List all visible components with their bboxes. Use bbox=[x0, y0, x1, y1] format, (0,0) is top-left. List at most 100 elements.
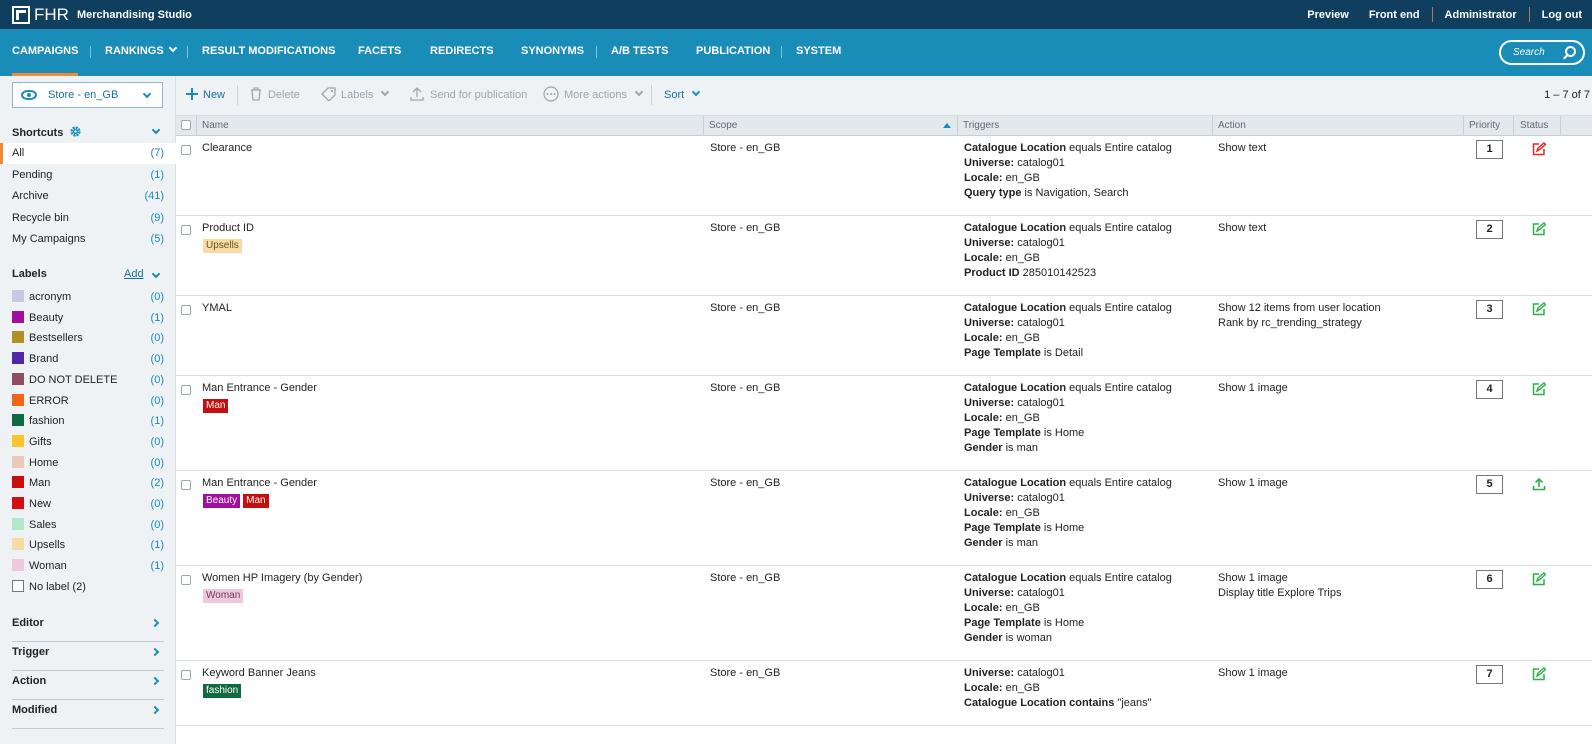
label-item-fashion[interactable]: fashion (1) bbox=[0, 411, 176, 432]
label-item-woman[interactable]: Woman (1) bbox=[0, 556, 176, 577]
row-checkbox[interactable] bbox=[181, 575, 191, 585]
edit-status-icon[interactable] bbox=[1532, 382, 1546, 396]
administrator-link[interactable]: Administrator bbox=[1435, 9, 1527, 21]
label-item-gifts[interactable]: Gifts (0) bbox=[0, 432, 176, 453]
priority-input[interactable]: 3 bbox=[1476, 300, 1503, 319]
campaign-name[interactable]: Product ID bbox=[202, 221, 254, 236]
sort-button[interactable]: Sort bbox=[664, 76, 701, 116]
store-select[interactable]: Store - en_GB bbox=[12, 82, 163, 108]
campaign-name[interactable]: Man Entrance - Gender bbox=[202, 381, 317, 396]
campaign-name[interactable]: Clearance bbox=[202, 141, 252, 156]
column-name[interactable]: Name bbox=[202, 116, 229, 136]
label-count: (0) bbox=[150, 353, 164, 366]
logout-link[interactable]: Log out bbox=[1532, 9, 1592, 21]
column-action[interactable]: Action bbox=[1218, 116, 1246, 136]
search-icon[interactable] bbox=[1565, 46, 1576, 57]
row-checkbox[interactable] bbox=[181, 225, 191, 235]
shortcut-my-campaigns[interactable]: My Campaigns (5) bbox=[0, 229, 176, 250]
priority-input[interactable]: 4 bbox=[1476, 380, 1503, 399]
campaign-name[interactable]: Women HP Imagery (by Gender) bbox=[202, 571, 362, 586]
edit-status-icon[interactable] bbox=[1532, 222, 1546, 236]
row-checkbox[interactable] bbox=[181, 305, 191, 315]
preview-link[interactable]: Preview bbox=[1297, 9, 1359, 21]
accordion-editor[interactable]: Editor bbox=[12, 613, 164, 642]
priority-input[interactable]: 7 bbox=[1476, 665, 1503, 684]
label-item-beauty[interactable]: Beauty (1) bbox=[0, 308, 176, 329]
table-row[interactable]: Man Entrance - Gender Beauty Man Store - en… bbox=[176, 471, 1592, 566]
nav-campaigns[interactable]: CAMPAIGNS bbox=[12, 29, 79, 76]
campaign-name[interactable]: YMAL bbox=[202, 301, 232, 316]
priority-input[interactable]: 2 bbox=[1476, 220, 1503, 239]
shortcut-pending[interactable]: Pending (1) bbox=[0, 165, 176, 186]
send-for-publication-button[interactable]: Send for publication bbox=[410, 76, 527, 116]
nav-redirects[interactable]: REDIRECTS bbox=[430, 29, 494, 76]
labels-button[interactable]: Labels bbox=[321, 76, 390, 116]
chevron-down-icon[interactable] bbox=[151, 269, 161, 279]
gear-icon[interactable] bbox=[69, 125, 82, 138]
column-status[interactable]: Status bbox=[1520, 116, 1548, 136]
edit-status-error-icon[interactable] bbox=[1532, 142, 1546, 156]
label-no-label[interactable]: No label (2) bbox=[0, 577, 176, 598]
nav-ab-tests[interactable]: A/B TESTS bbox=[611, 29, 668, 76]
nav-rankings[interactable]: RANKINGS bbox=[105, 29, 177, 76]
shortcut-archive[interactable]: Archive (41) bbox=[0, 186, 176, 207]
accordion-modified[interactable]: Modified bbox=[12, 700, 164, 729]
new-button[interactable]: New bbox=[185, 76, 225, 116]
campaign-scope: Store - en_GB bbox=[710, 142, 781, 154]
priority-input[interactable]: 5 bbox=[1476, 475, 1503, 494]
logo[interactable]: FHR Merchandising Studio bbox=[12, 5, 192, 25]
campaign-name[interactable]: Man Entrance - Gender bbox=[202, 476, 317, 491]
edit-status-icon[interactable] bbox=[1532, 572, 1546, 586]
column-scope[interactable]: Scope bbox=[709, 116, 737, 136]
table-row[interactable]: Keyword Banner Jeans fashion Store - en_GB… bbox=[176, 661, 1592, 726]
nav-publication[interactable]: PUBLICATION bbox=[696, 29, 770, 76]
table-row[interactable]: Clearance Store - en_GB Catalogue Location… bbox=[176, 136, 1592, 216]
row-checkbox[interactable] bbox=[181, 670, 191, 680]
edit-status-icon[interactable] bbox=[1532, 302, 1546, 316]
search-input[interactable]: Search bbox=[1499, 40, 1585, 65]
delete-button[interactable]: Delete bbox=[250, 76, 300, 116]
label-name: acronym bbox=[29, 291, 72, 303]
nav-system[interactable]: SYSTEM bbox=[796, 29, 841, 76]
row-checkbox[interactable] bbox=[181, 145, 191, 155]
sort-asc-icon[interactable] bbox=[943, 123, 951, 128]
shortcuts-heading[interactable]: Shortcuts bbox=[12, 123, 82, 139]
publish-status-icon[interactable] bbox=[1532, 477, 1546, 491]
table-row[interactable]: Women HP Imagery (by Gender) Woman Store -… bbox=[176, 566, 1592, 661]
row-checkbox[interactable] bbox=[181, 385, 191, 395]
priority-input[interactable]: 1 bbox=[1476, 140, 1503, 159]
label-item-acronym[interactable]: acronym (0) bbox=[0, 287, 176, 308]
select-all-checkbox[interactable] bbox=[181, 120, 191, 130]
priority-input[interactable]: 6 bbox=[1476, 570, 1503, 589]
table-row[interactable]: Product ID Upsells Store - en_GB Catalogue … bbox=[176, 216, 1592, 296]
edit-status-icon[interactable] bbox=[1532, 667, 1546, 681]
label-item-brand[interactable]: Brand (0) bbox=[0, 349, 176, 370]
label-item-man[interactable]: Man (2) bbox=[0, 473, 176, 494]
label-item-do-not-delete[interactable]: DO NOT DELETE (0) bbox=[0, 370, 176, 391]
label-item-new[interactable]: New (0) bbox=[0, 494, 176, 515]
table-row[interactable]: Man Entrance - Gender Man Store - en_GB Cat… bbox=[176, 376, 1592, 471]
shortcut-recycle-bin[interactable]: Recycle bin (9) bbox=[0, 208, 176, 229]
front-end-link[interactable]: Front end bbox=[1359, 9, 1430, 21]
nav-facets[interactable]: FACETS bbox=[358, 29, 401, 76]
shortcut-all[interactable]: All (7) bbox=[0, 143, 176, 164]
campaign-name[interactable]: Keyword Banner Jeans bbox=[202, 666, 316, 681]
label-item-upsells[interactable]: Upsells (1) bbox=[0, 535, 176, 556]
accordion-trigger[interactable]: Trigger bbox=[12, 642, 164, 671]
column-priority[interactable]: Priority bbox=[1469, 116, 1500, 136]
label-item-bestsellers[interactable]: Bestsellers (0) bbox=[0, 328, 176, 349]
column-triggers[interactable]: Triggers bbox=[963, 116, 999, 136]
nav-result-modifications[interactable]: RESULT MODIFICATIONS bbox=[202, 29, 335, 76]
label-item-error[interactable]: ERROR (0) bbox=[0, 391, 176, 412]
add-label-link[interactable]: Add bbox=[124, 268, 144, 280]
label-item-home[interactable]: Home (0) bbox=[0, 453, 176, 474]
tag-icon bbox=[321, 87, 336, 102]
chevron-down-icon[interactable] bbox=[151, 125, 161, 135]
row-checkbox[interactable] bbox=[181, 480, 191, 490]
table-row[interactable]: YMAL Store - en_GB Catalogue Location equa… bbox=[176, 296, 1592, 376]
label-item-sales[interactable]: Sales (0) bbox=[0, 515, 176, 536]
plus-icon bbox=[186, 88, 198, 100]
more-actions-button[interactable]: More actions bbox=[543, 76, 644, 116]
accordion-action[interactable]: Action bbox=[12, 671, 164, 700]
nav-synonyms[interactable]: SYNONYMS bbox=[521, 29, 584, 76]
